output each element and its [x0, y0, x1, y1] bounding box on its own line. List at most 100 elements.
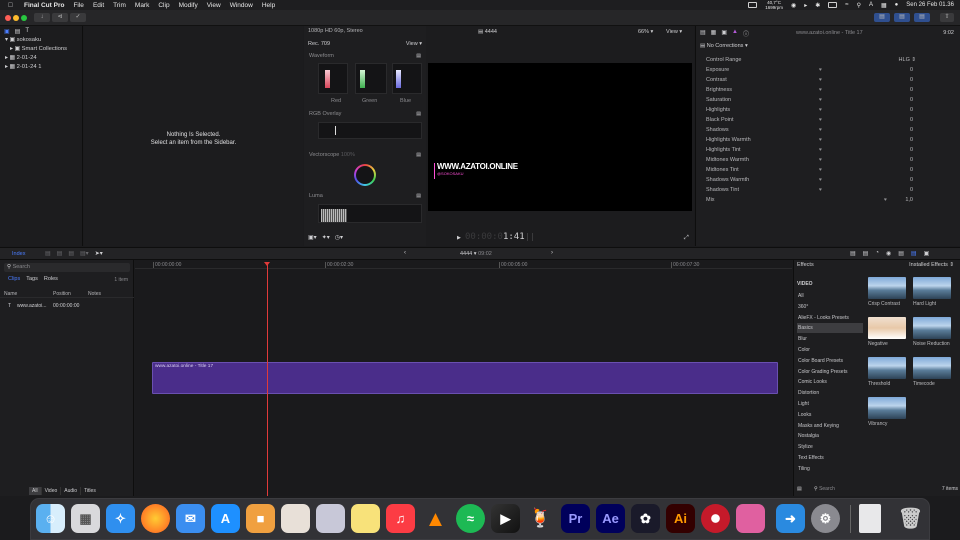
finder-icon[interactable]: ☺	[36, 504, 65, 533]
color-adjustment-row[interactable]: Midtones Warmth ♥ 0	[706, 155, 956, 165]
menu-mark[interactable]: Mark	[135, 2, 149, 9]
volume-icon[interactable]: ▸	[804, 2, 807, 9]
keyframe-icon[interactable]: ♥	[819, 175, 822, 185]
control-center-icon[interactable]: ▦	[881, 2, 887, 9]
timeline-project-menu[interactable]: 4444 ▾ 09:02	[460, 251, 492, 257]
tab-roles[interactable]: Roles	[44, 276, 58, 282]
row-value[interactable]: 1,0	[905, 195, 913, 205]
row-value[interactable]: 0	[910, 105, 913, 115]
effects-category-item[interactable]: Text Effects	[797, 453, 863, 463]
background-tasks-button[interactable]: ✓	[70, 13, 86, 22]
apple-menu-icon[interactable]: 	[8, 2, 18, 9]
effects-category-item[interactable]: Blur	[797, 334, 863, 344]
tab-tags[interactable]: Tags	[26, 276, 38, 282]
keyframe-icon[interactable]: ♥	[819, 155, 822, 165]
info-inspector-icon[interactable]: ⓘ	[743, 29, 749, 38]
effects-category-item[interactable]: Masks and Keying	[797, 421, 863, 431]
keyframe-icon[interactable]: ♥	[819, 115, 822, 125]
migration-icon[interactable]: ➜	[776, 504, 805, 533]
zoom-menu[interactable]: 66% ▾	[638, 29, 653, 35]
event-item[interactable]: ▸ ▦ 2-01-24	[0, 54, 82, 63]
event-item[interactable]: ▸ ▦ 2-01-24 1	[0, 63, 82, 72]
red-app-icon[interactable]	[701, 504, 730, 533]
menu-modify[interactable]: Modify	[179, 2, 198, 9]
color-adjustment-row[interactable]: Brightness ♥ 0	[706, 85, 956, 95]
control-range-row[interactable]: Control Range HLG ⇕	[706, 55, 956, 65]
anime-icon-2[interactable]	[316, 504, 345, 533]
color-adjustment-row[interactable]: Highlights Warmth ♥ 0	[706, 135, 956, 145]
firefox-icon[interactable]	[141, 504, 170, 533]
color-board-icon[interactable]: ▲	[732, 29, 738, 38]
photos-tab-icon[interactable]: ▤	[15, 28, 21, 35]
effects-category-item[interactable]: Tiling	[797, 464, 863, 474]
zoom-window-button[interactable]	[21, 15, 27, 21]
back-icon[interactable]: ‹	[404, 250, 406, 256]
illustrator-icon[interactable]: Ai	[666, 504, 695, 533]
filter-audio[interactable]: Audio	[60, 487, 80, 495]
enhance-icon[interactable]: ✦▾	[322, 234, 330, 241]
input-source-icon[interactable]: A	[869, 2, 873, 8]
keyframe-icon[interactable]: ♥	[884, 195, 887, 205]
color-adjustment-row[interactable]: Exposure ♥ 0	[706, 65, 956, 75]
premiere-pro-icon[interactable]: Pr	[561, 504, 590, 533]
title-clip[interactable]: www.azatoi.online - Title 17	[152, 362, 778, 394]
index-search-field[interactable]: ⚲ Search	[4, 263, 130, 272]
keyframe-icon[interactable]: ♥	[819, 165, 822, 175]
final-cut-pro-icon[interactable]: ▶	[491, 504, 520, 533]
skimming-icon[interactable]: ▤	[863, 250, 869, 257]
safari-icon[interactable]: ✧	[106, 504, 135, 533]
notes-icon[interactable]	[351, 504, 380, 533]
siri-icon[interactable]: ●	[895, 2, 899, 8]
menu-help[interactable]: Help	[262, 2, 275, 9]
waveform-settings-icon[interactable]: ▤	[416, 53, 421, 59]
col-notes[interactable]: Notes	[88, 291, 101, 297]
row-value[interactable]: 0	[910, 85, 913, 95]
library-item[interactable]: ▾ ▣ sokosaku	[0, 36, 82, 45]
vlc-icon[interactable]: ▲	[421, 504, 450, 533]
color-adjustment-row[interactable]: Contrast ♥ 0	[706, 75, 956, 85]
row-value[interactable]: HLG ⇕	[899, 55, 916, 65]
effect-thumbnail[interactable]	[868, 357, 906, 379]
col-position[interactable]: Position	[53, 291, 71, 297]
after-effects-icon[interactable]: Ae	[596, 504, 625, 533]
corrections-menu[interactable]: ▤ No Corrections ▾	[700, 43, 748, 49]
effect-thumbnail[interactable]	[868, 317, 906, 339]
pink-app-icon[interactable]	[736, 504, 765, 533]
filter-all[interactable]: All	[29, 487, 41, 495]
effect-thumbnail[interactable]	[868, 397, 906, 419]
row-value[interactable]: 0	[910, 185, 913, 195]
luma-settings-icon[interactable]: ▤	[416, 193, 421, 199]
viewer-timecode[interactable]: 00:00:01:41	[465, 232, 525, 242]
transitions-browser-icon[interactable]: ▣	[924, 250, 930, 257]
keyframe-icon[interactable]: ♥	[819, 145, 822, 155]
overwrite-icon[interactable]: ▤▾	[80, 250, 89, 257]
row-value[interactable]: 0	[910, 135, 913, 145]
color-adjustment-row[interactable]: Saturation ♥ 0	[706, 95, 956, 105]
trash-icon[interactable]: 🗑	[896, 504, 925, 533]
timeline[interactable]: 00:00:00:00 00:00:02:30 00:00:05:00 00:0…	[135, 260, 792, 496]
effects-sidebar-toggle[interactable]: ▤	[797, 486, 802, 492]
color-adjustment-row[interactable]: Shadows ♥ 0	[706, 125, 956, 135]
effects-category-item[interactable]: Color	[797, 345, 863, 355]
row-value[interactable]: 0	[910, 175, 913, 185]
viewer-view-menu[interactable]: View ▾	[666, 29, 682, 35]
color-adjustment-row[interactable]: Mix ♥ 1,0	[706, 195, 956, 205]
col-name[interactable]: Name	[4, 291, 17, 297]
anime-icon-1[interactable]	[281, 504, 310, 533]
video-inspector-icon[interactable]: ▤	[700, 29, 706, 38]
wifi-icon[interactable]: ≈	[845, 2, 848, 8]
effects-category-item[interactable]: 360°	[797, 302, 863, 312]
playhead-handle[interactable]	[264, 262, 270, 266]
system-settings-icon[interactable]: ⚙	[811, 504, 840, 533]
effects-category-item[interactable]: Color Board Presets	[797, 356, 863, 366]
libraries-tab-icon[interactable]: ▣	[4, 28, 10, 35]
keywords-button[interactable]: ⊲	[52, 13, 68, 22]
snapping-icon[interactable]: ▤	[850, 250, 856, 257]
color-adjustment-row[interactable]: Shadows Tint ♥ 0	[706, 185, 956, 195]
display-icon[interactable]	[748, 2, 758, 8]
insert-icon[interactable]: ▤	[57, 250, 63, 257]
effect-thumbnail[interactable]	[913, 317, 951, 339]
transform-icon[interactable]: ▣▾	[308, 234, 317, 241]
bluetooth-icon[interactable]: ✱	[815, 2, 820, 9]
color-adjustment-row[interactable]: Midtones Tint ♥ 0	[706, 165, 956, 175]
